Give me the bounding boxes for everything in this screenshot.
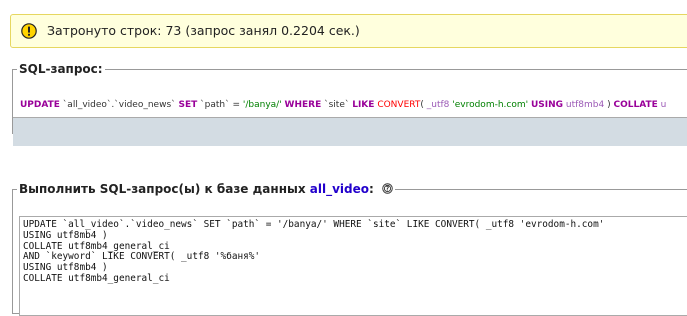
sql-query-panel: SQL-запрос: UPDATE `all_video`.`video_ne… [12, 62, 687, 146]
sql-token: _utf8 [426, 100, 450, 110]
sql-token: 'evrodom-h.com' [452, 100, 529, 110]
sql-token: LIKE [352, 100, 375, 110]
sql-token: u [657, 100, 667, 110]
success-notice: Затронуто строк: 73 (запрос занял 0.2204… [10, 14, 687, 48]
run-query-legend-suffix: : [368, 182, 374, 196]
run-query-legend-prefix: Выполнить SQL-запрос(ы) к базе данных [19, 182, 310, 196]
sql-token: COLLATE [613, 100, 658, 110]
database-link[interactable]: all_video [310, 182, 369, 196]
warning-icon [21, 23, 37, 39]
sql-token: `site` [321, 100, 353, 110]
notice-text: Затронуто строк: 73 (запрос занял 0.2204… [47, 23, 360, 38]
sql-token: `path` = [197, 100, 243, 110]
svg-text:?: ? [386, 186, 390, 193]
run-query-legend: Выполнить SQL-запрос(ы) к базе данных al… [17, 182, 395, 196]
sql-query-legend: SQL-запрос: [19, 62, 103, 76]
sql-token: SET [178, 100, 198, 110]
sql-token: utf8mb4 [565, 100, 605, 110]
sql-query-textarea[interactable] [19, 216, 687, 316]
help-icon[interactable]: ? [382, 183, 393, 194]
sql-token: CONVERT [377, 100, 421, 110]
sql-query-text: UPDATE `all_video`.`video_news` SET `pat… [20, 100, 666, 110]
sql-token: UPDATE [20, 100, 60, 110]
sql-query-toolbar [13, 117, 687, 146]
sql-token: WHERE [284, 100, 322, 110]
run-query-panel: Выполнить SQL-запрос(ы) к базе данных al… [12, 182, 687, 316]
sql-token: `all_video`.`video_news` [59, 100, 179, 110]
sql-token: USING [530, 100, 564, 110]
sql-token: '/banya/' [242, 100, 282, 110]
